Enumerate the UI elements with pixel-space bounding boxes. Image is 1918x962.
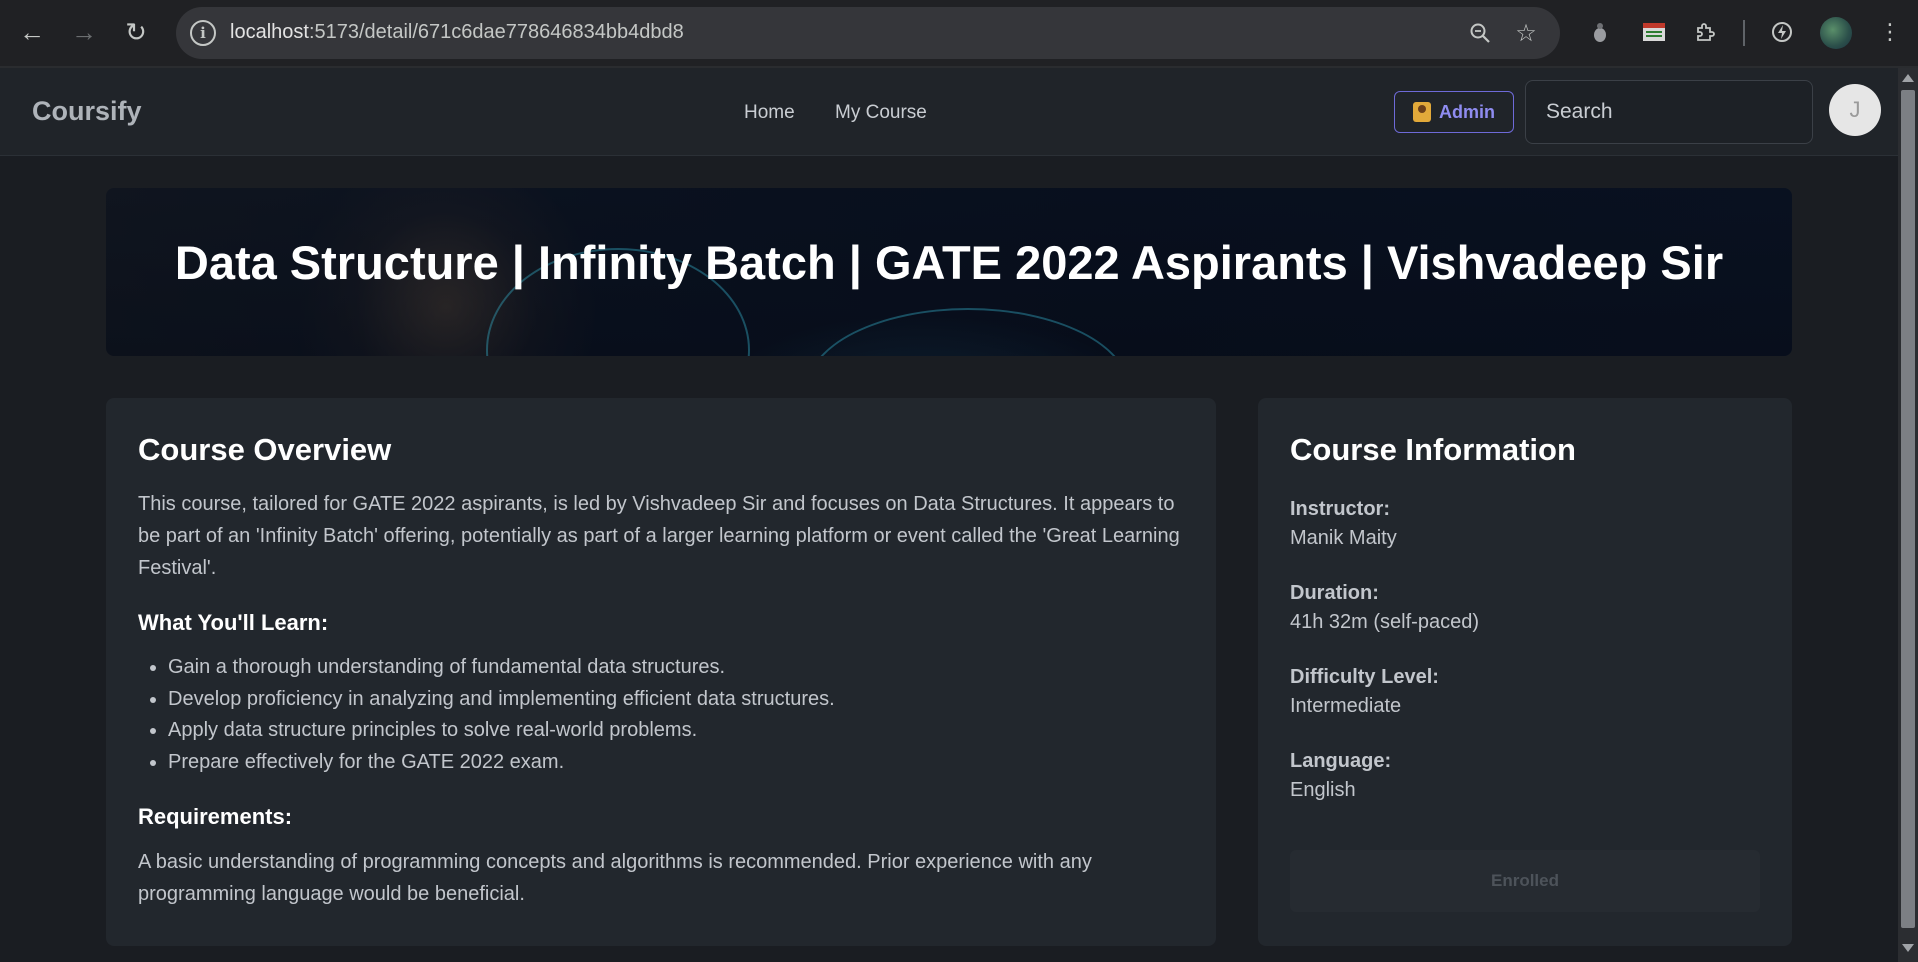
overview-heading: Course Overview bbox=[138, 432, 392, 467]
nav-home[interactable]: Home bbox=[744, 102, 795, 124]
requirements-text: A basic understanding of programming con… bbox=[138, 851, 1092, 905]
extension-calendar-icon[interactable] bbox=[1636, 14, 1672, 50]
url-text[interactable]: localhost:5173/detail/671c6dae778646834b… bbox=[230, 21, 684, 44]
toolbar-divider bbox=[1743, 20, 1745, 46]
learn-list: Gain a thorough understanding of fundame… bbox=[138, 652, 1184, 778]
search-input[interactable] bbox=[1525, 80, 1813, 144]
learn-item: Apply data structure principles to solve… bbox=[168, 715, 1184, 747]
app-header: Coursify Home My Course Admin J bbox=[0, 68, 1898, 156]
performance-icon[interactable] bbox=[1764, 14, 1800, 50]
address-bar[interactable]: i localhost:5173/detail/671c6dae77864683… bbox=[176, 7, 1560, 59]
extensions-puzzle-icon[interactable] bbox=[1688, 14, 1724, 50]
course-title: Data Structure | Infinity Batch | GATE 2… bbox=[174, 235, 1724, 289]
nav-my-course[interactable]: My Course bbox=[835, 102, 927, 124]
reload-icon[interactable]: ↻ bbox=[116, 12, 156, 52]
instructor-label: Instructor: bbox=[1290, 498, 1390, 520]
duration-label: Duration: bbox=[1290, 582, 1379, 604]
course-hero-banner: Data Structure | Infinity Batch | GATE 2… bbox=[106, 188, 1792, 356]
enrolled-button[interactable]: Enrolled bbox=[1290, 850, 1760, 912]
instructor-field: Instructor: Manik Maity bbox=[1290, 496, 1760, 554]
course-overview-card: Course Overview This course, tailored fo… bbox=[106, 398, 1216, 946]
learn-item: Gain a thorough understanding of fundame… bbox=[168, 652, 1184, 684]
url-path: :5173/detail/671c6dae778646834bb4dbd8 bbox=[308, 21, 684, 43]
page-scrollbar[interactable] bbox=[1898, 68, 1918, 962]
hero-decoration bbox=[806, 308, 1130, 356]
brand-logo[interactable]: Coursify bbox=[32, 96, 142, 127]
scroll-down-icon[interactable] bbox=[1902, 944, 1914, 952]
difficulty-label: Difficulty Level: bbox=[1290, 666, 1439, 688]
extension-dot-icon[interactable] bbox=[1582, 14, 1618, 50]
menu-kebab-icon[interactable]: ⋮ bbox=[1872, 14, 1908, 50]
course-information-card: Course Information Instructor: Manik Mai… bbox=[1258, 398, 1792, 946]
back-icon[interactable]: ← bbox=[12, 12, 52, 52]
admin-label: Admin bbox=[1439, 101, 1495, 122]
admin-icon bbox=[1413, 102, 1431, 122]
bookmark-star-icon[interactable]: ☆ bbox=[1510, 17, 1542, 49]
language-field: Language: English bbox=[1290, 748, 1760, 806]
difficulty-value: Intermediate bbox=[1290, 695, 1402, 717]
forward-icon[interactable]: → bbox=[64, 12, 104, 52]
profile-avatar-icon[interactable] bbox=[1820, 17, 1852, 49]
browser-toolbar: ← → ↻ i localhost:5173/detail/671c6dae77… bbox=[0, 0, 1918, 66]
scroll-up-icon[interactable] bbox=[1902, 74, 1914, 82]
learn-heading: What You'll Learn: bbox=[138, 610, 329, 635]
difficulty-field: Difficulty Level: Intermediate bbox=[1290, 664, 1760, 722]
learn-item: Prepare effectively for the GATE 2022 ex… bbox=[168, 747, 1184, 779]
duration-field: Duration: 41h 32m (self-paced) bbox=[1290, 580, 1760, 638]
instructor-value: Manik Maity bbox=[1290, 527, 1397, 549]
duration-value: 41h 32m (self-paced) bbox=[1290, 611, 1479, 633]
learn-item: Develop proficiency in analyzing and imp… bbox=[168, 684, 1184, 716]
overview-description: This course, tailored for GATE 2022 aspi… bbox=[138, 493, 1180, 579]
language-label: Language: bbox=[1290, 750, 1392, 772]
url-host: localhost bbox=[230, 21, 309, 43]
language-value: English bbox=[1290, 779, 1356, 801]
info-heading: Course Information bbox=[1290, 432, 1576, 467]
scroll-thumb[interactable] bbox=[1901, 90, 1915, 928]
admin-button[interactable]: Admin bbox=[1394, 91, 1514, 133]
user-avatar[interactable]: J bbox=[1829, 84, 1881, 136]
site-info-icon[interactable]: i bbox=[190, 20, 216, 46]
requirements-heading: Requirements: bbox=[138, 804, 293, 829]
zoom-icon[interactable] bbox=[1464, 17, 1496, 49]
